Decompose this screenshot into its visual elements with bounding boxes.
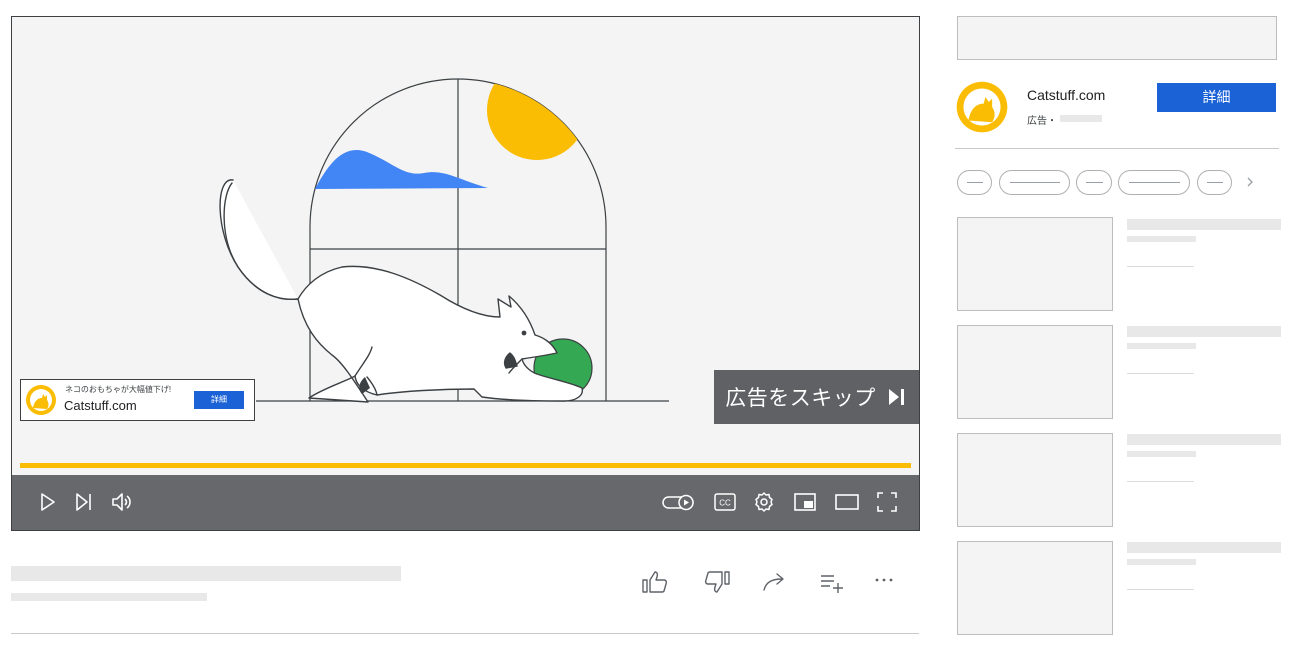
player-controls-bar: CC [12, 475, 919, 530]
catstuff-logo-icon [956, 81, 1008, 133]
recommended-channel-placeholder [1127, 343, 1196, 349]
sidebar-ad-advertiser: Catstuff.com [1027, 87, 1106, 103]
overlay-ad-site: Catstuff.com [64, 398, 137, 413]
next-icon[interactable] [72, 490, 96, 514]
recommended-thumbnail[interactable] [957, 325, 1113, 419]
sun-shape [487, 79, 587, 160]
recommended-meta-placeholder [1127, 481, 1194, 482]
filter-chip[interactable] [1076, 170, 1112, 195]
overlay-ad-banner[interactable]: ネコのおもちゃが大幅値下げ! Catstuff.com 詳細 [20, 379, 255, 421]
recommended-meta-placeholder [1127, 373, 1194, 374]
recommended-title-placeholder [1127, 434, 1281, 445]
search-bar-placeholder[interactable] [957, 16, 1277, 60]
recommended-channel-placeholder [1127, 559, 1196, 565]
sidebar-ad-card[interactable]: Catstuff.com 広告・ 詳細 [955, 80, 1280, 138]
miniplayer-icon[interactable] [793, 490, 817, 514]
fullscreen-icon[interactable] [875, 490, 899, 514]
filter-chip[interactable] [999, 170, 1070, 195]
skip-next-icon [888, 389, 904, 405]
recommended-channel-placeholder [1127, 451, 1196, 457]
dislike-icon[interactable] [702, 568, 732, 596]
video-title-placeholder [11, 566, 401, 581]
filter-chip[interactable] [957, 170, 992, 195]
save-to-playlist-icon[interactable] [818, 568, 848, 596]
ad-progress-bar[interactable] [20, 463, 911, 468]
chevron-right-icon[interactable] [1243, 175, 1257, 189]
sidebar-ad-cta-button[interactable]: 詳細 [1157, 83, 1276, 112]
overlay-ad-tagline: ネコのおもちゃが大幅値下げ! [65, 385, 172, 394]
recommended-title-placeholder [1127, 542, 1281, 553]
recommended-thumbnail[interactable] [957, 541, 1113, 635]
skip-ad-button[interactable]: 広告をスキップ [714, 370, 919, 424]
divider [11, 633, 919, 634]
more-options-icon[interactable] [870, 568, 900, 596]
recommended-thumbnail[interactable] [957, 433, 1113, 527]
sidebar-ad-label: 広告・ [1027, 116, 1057, 127]
filter-chip[interactable] [1118, 170, 1190, 195]
video-player[interactable]: ネコのおもちゃが大幅値下げ! Catstuff.com 詳細 広告をスキップ C… [11, 16, 920, 531]
play-icon[interactable] [35, 490, 59, 514]
recommended-thumbnail[interactable] [957, 217, 1113, 311]
recommended-meta-placeholder [1127, 589, 1194, 590]
recommended-meta-placeholder [1127, 266, 1194, 267]
recommended-title-placeholder [1127, 219, 1281, 230]
overlay-ad-cta-button[interactable]: 詳細 [194, 391, 244, 409]
divider [955, 148, 1279, 149]
share-icon[interactable] [760, 568, 790, 596]
settings-gear-icon[interactable] [752, 490, 776, 514]
cc-icon[interactable]: CC [713, 490, 737, 514]
sidebar-ad-url-placeholder [1060, 115, 1102, 122]
like-icon[interactable] [640, 568, 670, 596]
theater-mode-icon[interactable] [835, 490, 859, 514]
recommended-channel-placeholder [1127, 236, 1196, 242]
filter-chip[interactable] [1197, 170, 1232, 195]
volume-icon[interactable] [110, 490, 134, 514]
cc-label: CC [719, 499, 731, 508]
autoplay-toggle-icon[interactable] [662, 490, 696, 514]
cat-illustration [219, 179, 584, 403]
cloud-shape [315, 150, 488, 189]
catstuff-logo-icon [26, 385, 56, 415]
recommended-title-placeholder [1127, 326, 1281, 337]
channel-name-placeholder [11, 593, 207, 601]
skip-ad-label: 広告をスキップ [725, 387, 876, 410]
